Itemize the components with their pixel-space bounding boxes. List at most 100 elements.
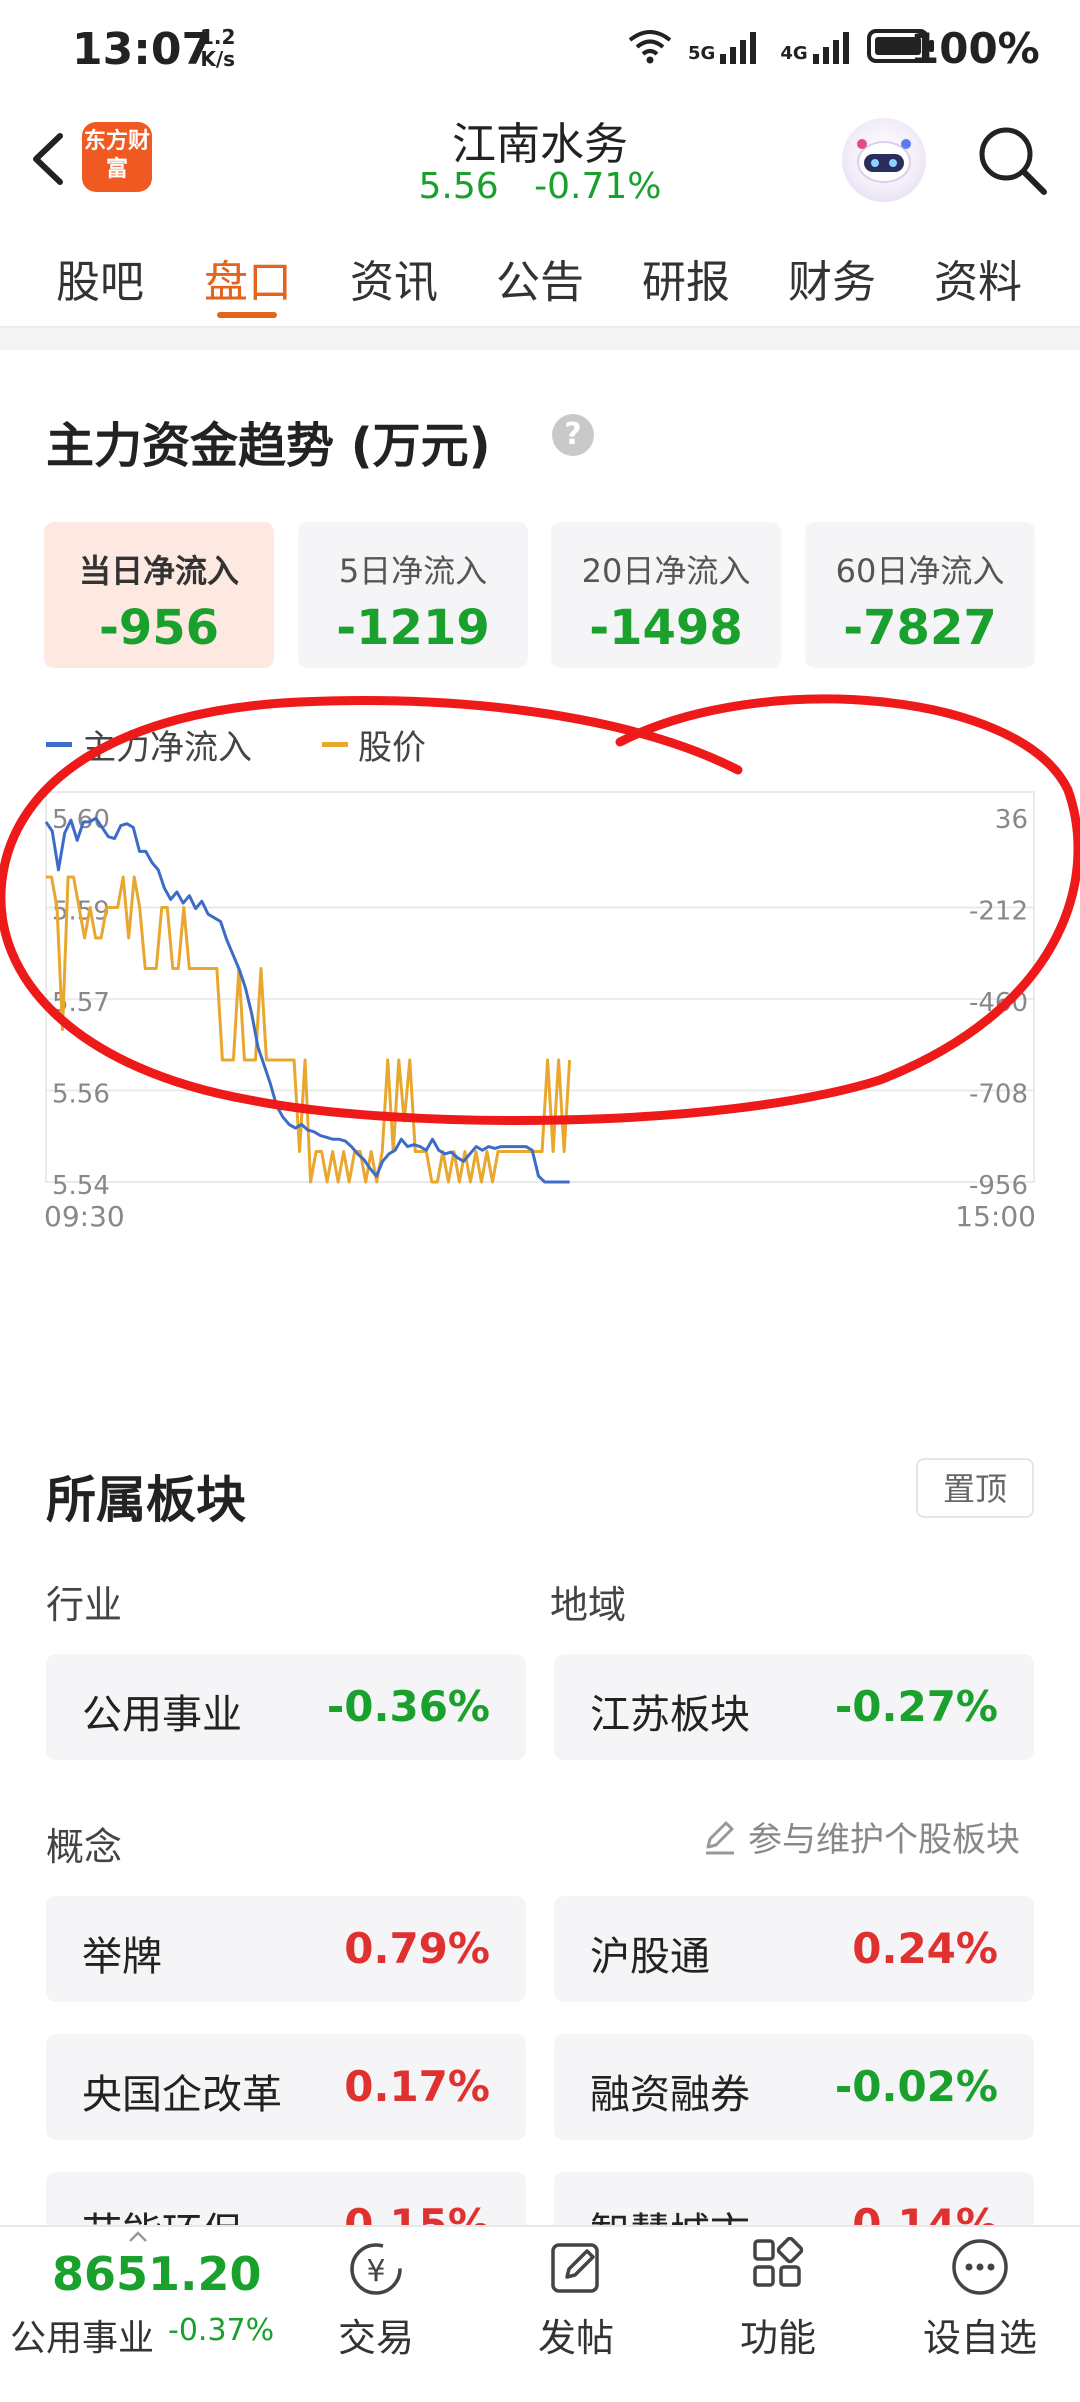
- industry-label: 行业: [46, 1583, 123, 1627]
- concept-name: 融资融券: [590, 2072, 750, 2118]
- concept-label: 概念: [46, 1825, 123, 1869]
- nav-functions-label: 功能: [739, 2316, 816, 2360]
- flow-period-today[interactable]: 当日净流入 -956: [44, 522, 274, 668]
- tab-news[interactable]: 资讯: [350, 246, 438, 310]
- y-tick-label-right: 36: [995, 805, 1028, 835]
- concept-name: 沪股通: [590, 1934, 710, 1980]
- robot-avatar-icon[interactable]: [842, 118, 926, 202]
- y-tick-label-left: 5.56: [52, 1080, 110, 1110]
- battery-percent: 100%: [910, 24, 1040, 73]
- concept-name: 举牌: [82, 1934, 162, 1980]
- help-icon[interactable]: ?: [552, 414, 594, 456]
- nav-add-watchlist[interactable]: 设自选: [910, 2237, 1050, 2362]
- legend-swatch-blue: [46, 742, 72, 747]
- tab-guba[interactable]: 股吧: [56, 246, 144, 310]
- chart-frame: [45, 791, 1035, 1183]
- x-tick-label: 09:30: [44, 1200, 125, 1233]
- sectors-card: 所属板块 置顶 行业 地域 公用事业 -0.36% 江苏板块 -0.27% 概念…: [0, 1380, 1080, 2225]
- flow-period-label: 5日净流入: [338, 552, 488, 590]
- active-tab-indicator: [217, 312, 277, 318]
- nav-trade-label: 交易: [337, 2316, 414, 2360]
- status-bar: 13:07 1.2 K/s 5G 4G 100%: [0, 0, 1080, 100]
- concept-change: 0.14%: [852, 2200, 998, 2225]
- nav-post[interactable]: 发帖: [506, 2237, 646, 2362]
- flow-period-value: -1498: [589, 600, 743, 656]
- trade-icon: ¥: [350, 2243, 402, 2295]
- sector-name: 江苏板块: [590, 1692, 750, 1738]
- concept-chip[interactable]: 央国企改革 0.17%: [46, 2034, 526, 2140]
- concept-chip[interactable]: 智慧城市 0.14%: [554, 2172, 1034, 2225]
- legend-main-flow-label: 主力净流入: [82, 728, 252, 768]
- sector-chip-industry[interactable]: 公用事业 -0.36%: [46, 1654, 526, 1760]
- legend-price: 股价: [322, 720, 426, 769]
- more-circle-icon: [952, 2239, 1008, 2295]
- nav-trade[interactable]: ¥ 交易: [306, 2237, 446, 2362]
- clock: 13:07: [72, 24, 213, 75]
- flow-period-label: 当日净流入: [78, 552, 239, 590]
- flow-period-20d[interactable]: 20日净流入 -1498: [551, 522, 781, 668]
- sector-change: -0.27%: [834, 1682, 998, 1731]
- post-icon: [551, 2243, 599, 2293]
- y-tick-label-left: 5.54: [52, 1171, 110, 1201]
- concept-chip[interactable]: 沪股通 0.24%: [554, 1896, 1034, 2002]
- nav-functions[interactable]: 功能: [708, 2237, 848, 2362]
- concept-change: 0.17%: [344, 2062, 490, 2111]
- sector-change: -0.36%: [326, 1682, 490, 1731]
- flow-period-value: -1219: [336, 600, 490, 656]
- y-tick-label-right: -956: [969, 1171, 1028, 1201]
- caret-up-icon: [129, 2231, 147, 2242]
- wifi-icon: [628, 30, 672, 64]
- concept-change: 0.24%: [852, 1924, 998, 1973]
- stock-header: 东方财富 江南水务 5.56 -0.71%: [0, 100, 1080, 222]
- pin-top-button[interactable]: 置顶: [916, 1458, 1034, 1518]
- price-series-line: [46, 875, 572, 1184]
- search-icon[interactable]: [972, 120, 1052, 200]
- flow-period-label: 60日净流入: [835, 552, 1005, 590]
- index-name: 公用事业: [10, 2318, 155, 2359]
- nav-post-label: 发帖: [537, 2316, 614, 2360]
- status-icons: 5G 4G: [628, 28, 937, 64]
- y-tick-label-right: -460: [969, 988, 1028, 1018]
- sector-name: 公用事业: [82, 1692, 242, 1738]
- concept-chip[interactable]: 融资融券 -0.02%: [554, 2034, 1034, 2140]
- stock-price: 5.56: [418, 166, 499, 207]
- net-speed-unit: K/s: [200, 47, 236, 71]
- flow-period-60d[interactable]: 60日净流入 -7827: [805, 522, 1035, 668]
- concept-change: -0.02%: [834, 2062, 998, 2111]
- flow-period-label: 20日净流入: [581, 552, 751, 590]
- legend-main-flow: 主力净流入: [46, 720, 252, 769]
- tab-bar: 股吧 盘口 资讯 公告 研报 财务 资料: [0, 222, 1080, 328]
- stock-change: -0.71%: [534, 166, 662, 207]
- net-speed: 1.2 K/s: [200, 26, 235, 70]
- signal-5g-icon: 5G: [688, 28, 764, 64]
- fund-flow-title: 主力资金趋势 (万元): [46, 418, 491, 474]
- net-speed-value: 1.2: [200, 25, 236, 49]
- sectors-title: 所属板块: [46, 1471, 246, 1529]
- nav-add-watchlist-label: 设自选: [922, 2316, 1037, 2360]
- maintain-sectors-label: 参与维护个股板块: [748, 1820, 1020, 1860]
- grid-icon: [753, 2237, 804, 2287]
- concept-chip[interactable]: 节能环保 0.15%: [46, 2172, 526, 2225]
- index-value: 8651.20: [52, 2247, 262, 2301]
- flow-period-5d[interactable]: 5日净流入 -1219: [298, 522, 528, 668]
- x-tick-label: 15:00: [955, 1200, 1036, 1233]
- concept-name: 节能环保: [82, 2200, 242, 2225]
- fund-flow-chart[interactable]: 5.60 365.59 -2125.57 -4605.56 -7085.54 -95609…: [0, 780, 1080, 1320]
- y-tick-label-right: -212: [969, 897, 1028, 927]
- bottom-nav: 8651.20 公用事业 -0.37% ¥ 交易 发帖 功能 设自选: [0, 2225, 1080, 2402]
- signal-4g-icon: 4G: [780, 28, 850, 64]
- maintain-sectors-link[interactable]: 参与维护个股板块: [700, 1812, 1020, 1861]
- concept-name: 智慧城市: [590, 2200, 750, 2225]
- tab-finance[interactable]: 财务: [788, 246, 876, 310]
- tab-announcements[interactable]: 公告: [496, 246, 584, 310]
- concept-change: 0.79%: [344, 1924, 490, 1973]
- legend-price-label: 股价: [358, 728, 426, 768]
- y-tick-label-right: -708: [969, 1080, 1028, 1110]
- concept-chip[interactable]: 举牌 0.79%: [46, 1896, 526, 2002]
- tab-profile[interactable]: 资料: [934, 246, 1022, 310]
- svg-text:¥: ¥: [366, 2254, 385, 2289]
- sector-chip-region[interactable]: 江苏板块 -0.27%: [554, 1654, 1034, 1760]
- fund-flow-card: 主力资金趋势 (万元) ? 当日净流入 -956 5日净流入 -1219 20日…: [0, 350, 1080, 1380]
- tab-pankou[interactable]: 盘口: [204, 246, 292, 310]
- tab-research[interactable]: 研报: [642, 246, 730, 310]
